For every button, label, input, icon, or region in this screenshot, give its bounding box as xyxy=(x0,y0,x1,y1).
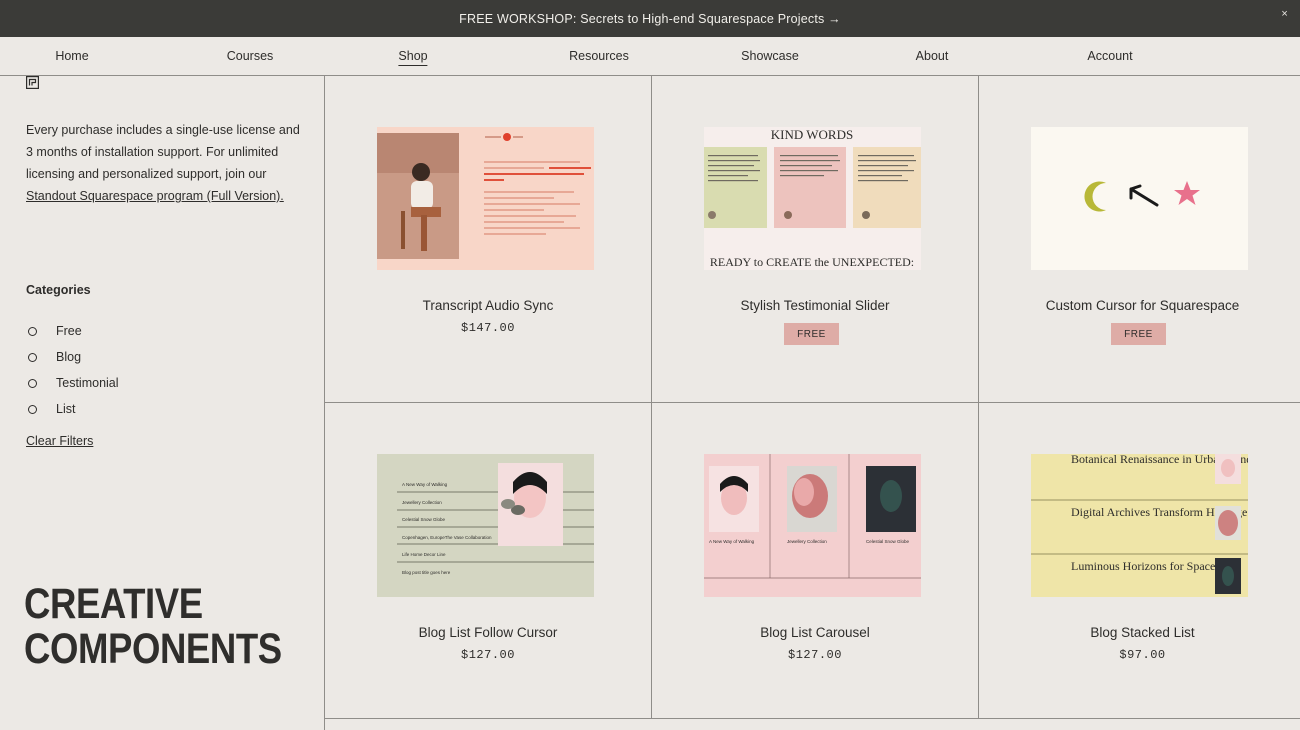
nav-item-home[interactable]: Home xyxy=(55,49,88,63)
category-list: Free Blog Testimonial List xyxy=(26,318,119,422)
product-thumbnail[interactable] xyxy=(1031,127,1248,270)
nav-item-shop[interactable]: Shop xyxy=(398,49,428,66)
carousel-item: Celestial Snow Globe xyxy=(866,539,910,544)
product-price: $147.00 xyxy=(461,321,515,335)
follow-cursor-preview-image: A New Way of Walking Jewellery Collectio… xyxy=(397,463,594,575)
title-line-2: COMPONENTS xyxy=(24,625,282,673)
category-label: Free xyxy=(56,324,82,338)
nav-item-resources[interactable]: Resources xyxy=(569,49,629,63)
clear-filters-link[interactable]: Clear Filters xyxy=(26,434,93,448)
category-blog[interactable]: Blog xyxy=(26,344,119,370)
product-price: $127.00 xyxy=(788,648,842,662)
categories-heading: Categories xyxy=(26,283,91,297)
stacked-list-preview-image: Botanical Renaissance in Urban Landscape… xyxy=(1031,454,1248,594)
category-list[interactable]: List xyxy=(26,396,119,422)
transcript-preview-image xyxy=(377,133,591,259)
follow-item: Jewellery Collection xyxy=(402,500,442,505)
cursor-preview-image xyxy=(1084,181,1200,212)
product-thumbnail[interactable]: A New Way of Walking Jewellery Collectio… xyxy=(377,454,594,597)
product-grid: Transcript Audio Sync $147.00 KIND WORDS… xyxy=(325,76,1300,730)
product-title[interactable]: Blog List Carousel xyxy=(652,625,978,640)
category-testimonial[interactable]: Testimonial xyxy=(26,370,119,396)
follow-item: Life Home Decor Line xyxy=(402,552,446,557)
category-label: Testimonial xyxy=(56,376,119,390)
logo-icon xyxy=(26,76,39,89)
nav-item-courses[interactable]: Courses xyxy=(227,49,274,63)
page-title: CREATIVE COMPONENTS xyxy=(24,580,282,673)
category-free[interactable]: Free xyxy=(26,318,119,344)
free-badge: FREE xyxy=(784,323,839,345)
close-icon[interactable]: × xyxy=(1281,8,1288,20)
nav-item-about[interactable]: About xyxy=(916,49,949,63)
product-card-stylish-testimonial-slider[interactable]: KIND WORDS READY to CREATE the UNEXPECTE… xyxy=(652,76,979,403)
promo-text[interactable]: FREE WORKSHOP: Secrets to High-end Squar… xyxy=(459,12,841,26)
sidebar: Every purchase includes a single-use lic… xyxy=(0,76,325,730)
follow-item: Celestial Snow Globe xyxy=(402,517,446,522)
product-title[interactable]: Stylish Testimonial Slider xyxy=(652,298,978,313)
product-title[interactable]: Blog Stacked List xyxy=(979,625,1300,640)
product-thumbnail[interactable] xyxy=(377,127,594,270)
product-card-blog-list-carousel[interactable]: A New Way of Walking Jewellery Collectio… xyxy=(652,403,979,719)
main-nav: Home Courses Shop Resources Showcase Abo… xyxy=(0,37,1300,76)
follow-item: Copenhagen, EuropeThe Vase Collaboration xyxy=(402,535,492,540)
product-title[interactable]: Custom Cursor for Squarespace xyxy=(979,298,1300,313)
stacked-item: Luminous Horizons for Spaces xyxy=(1071,559,1220,573)
product-thumbnail[interactable]: Botanical Renaissance in Urban Landscape… xyxy=(1031,454,1248,597)
carousel-preview-image: A New Way of Walking Jewellery Collectio… xyxy=(704,454,921,579)
promo-banner[interactable]: FREE WORKSHOP: Secrets to High-end Squar… xyxy=(0,0,1300,37)
product-price: $97.00 xyxy=(1119,648,1166,662)
radio-icon[interactable] xyxy=(28,404,37,414)
title-line-1: CREATIVE xyxy=(24,580,203,628)
product-card-transcript-audio-sync[interactable]: Transcript Audio Sync $147.00 xyxy=(325,76,652,403)
intro-text: Every purchase includes a single-use lic… xyxy=(26,119,306,207)
nav-item-account[interactable]: Account xyxy=(1087,49,1132,63)
product-thumbnail[interactable]: KIND WORDS READY to CREATE the UNEXPECTE… xyxy=(704,127,921,270)
carousel-item: Jewellery Collection xyxy=(787,539,827,544)
radio-icon[interactable] xyxy=(28,352,37,362)
category-label: List xyxy=(56,402,76,416)
follow-item: Blog post title goes here xyxy=(402,570,451,575)
program-link[interactable]: Standout Squarespace program (Full Versi… xyxy=(26,189,284,203)
radio-icon[interactable] xyxy=(28,326,37,336)
follow-item: A New Way of Walking xyxy=(402,482,448,487)
testimonial-heading: KIND WORDS xyxy=(771,127,853,142)
product-title[interactable]: Transcript Audio Sync xyxy=(325,298,651,313)
testimonial-preview-image: KIND WORDS READY to CREATE the UNEXPECTE… xyxy=(704,127,921,269)
free-badge: FREE xyxy=(1111,323,1166,345)
nav-item-showcase[interactable]: Showcase xyxy=(741,49,799,63)
carousel-item: A New Way of Walking xyxy=(709,539,755,544)
product-card-custom-cursor[interactable]: Custom Cursor for Squarespace FREE xyxy=(979,76,1300,403)
category-label: Blog xyxy=(56,350,82,364)
testimonial-footer: READY to CREATE the UNEXPECTED: xyxy=(710,255,914,269)
radio-icon[interactable] xyxy=(28,378,37,388)
intro-copy: Every purchase includes a single-use lic… xyxy=(26,123,300,181)
product-price: $127.00 xyxy=(461,648,515,662)
product-card-blog-list-follow-cursor[interactable]: A New Way of Walking Jewellery Collectio… xyxy=(325,403,652,719)
product-card-blog-stacked-list[interactable]: Botanical Renaissance in Urban Landscape… xyxy=(979,403,1300,719)
product-thumbnail[interactable]: A New Way of Walking Jewellery Collectio… xyxy=(704,454,921,597)
product-title[interactable]: Blog List Follow Cursor xyxy=(325,625,651,640)
